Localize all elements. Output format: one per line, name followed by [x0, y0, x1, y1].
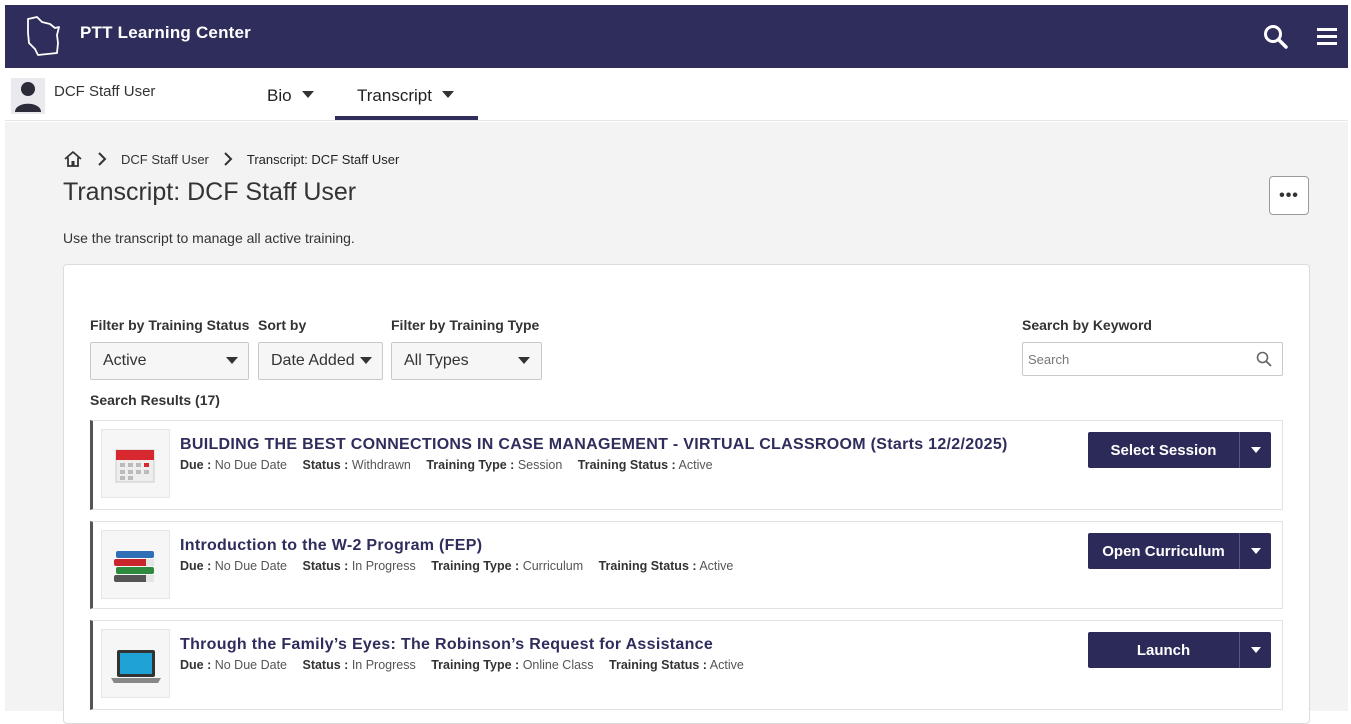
training-status-value: Active [709, 658, 744, 672]
action-button-group: Launch [1088, 632, 1271, 668]
main-content: DCF Staff User Transcript: DCF Staff Use… [5, 122, 1348, 724]
app-header: PTT Learning Center [5, 5, 1348, 68]
due-value: No Due Date [214, 559, 287, 573]
calendar-icon [115, 449, 155, 483]
chevron-right-icon [98, 152, 107, 166]
status-label: Status : [302, 658, 349, 672]
due-label: Due : [180, 559, 212, 573]
type-value: Online Class [522, 658, 594, 672]
action-dropdown-button[interactable] [1239, 432, 1271, 468]
status-value: In Progress [351, 559, 416, 573]
due-label: Due : [180, 658, 212, 672]
status-label: Status : [302, 559, 349, 573]
breadcrumb-current: Transcript: DCF Staff User [246, 151, 400, 167]
open-curriculum-button[interactable]: Open Curriculum [1088, 533, 1239, 569]
action-dropdown-button[interactable] [1239, 632, 1271, 668]
type-value: Curriculum [522, 559, 584, 573]
due-value: No Due Date [214, 458, 287, 472]
due-value: No Due Date [214, 658, 287, 672]
tab-transcript[interactable]: Transcript [357, 86, 454, 106]
chevron-down-icon [1250, 647, 1261, 653]
training-thumbnail [101, 629, 170, 698]
active-tab-indicator [335, 116, 478, 120]
training-status-label: Training Status : [577, 458, 676, 472]
chevron-down-icon [226, 357, 238, 364]
training-card: BUILDING THE BEST CONNECTIONS IN CASE MA… [90, 420, 1283, 510]
training-status-value: Active [678, 458, 713, 472]
status-filter-select[interactable]: Active [90, 342, 249, 380]
due-label: Due : [180, 458, 212, 472]
training-card: Through the Family’s Eyes: The Robinson’… [90, 620, 1283, 710]
training-thumbnail [101, 530, 170, 599]
search-results-count: Search Results (17) [90, 392, 220, 408]
tab-transcript-label: Transcript [357, 86, 432, 105]
breadcrumb-user-link[interactable]: DCF Staff User [121, 152, 209, 167]
type-filter-label: Filter by Training Type [391, 317, 540, 333]
wisconsin-logo-icon[interactable] [22, 13, 64, 59]
type-filter-select[interactable]: All Types [391, 342, 542, 380]
keyword-search-field[interactable] [1022, 342, 1283, 376]
type-label: Training Type : [431, 658, 520, 672]
avatar-icon [11, 78, 45, 114]
keyword-search-input[interactable] [1028, 344, 1248, 374]
status-filter-value: Active [103, 352, 147, 369]
app-title[interactable]: PTT Learning Center [80, 23, 251, 43]
training-title-link[interactable]: Introduction to the W-2 Program (FEP) [180, 537, 482, 555]
chevron-down-icon [301, 91, 314, 98]
sort-label: Sort by [258, 317, 307, 333]
training-meta: Due : No Due Date Status : In Progress T… [180, 559, 733, 573]
chevron-down-icon [518, 357, 530, 364]
training-title-link[interactable]: Through the Family’s Eyes: The Robinson’… [180, 636, 713, 654]
keyword-search-label: Search by Keyword [1022, 317, 1152, 333]
chevron-right-icon [224, 152, 233, 166]
search-icon[interactable] [1256, 351, 1272, 367]
type-value: Session [517, 458, 563, 472]
transcript-panel: Filter by Training Status Sort by Filter… [63, 264, 1310, 724]
tab-bio[interactable]: Bio [267, 86, 314, 106]
laptop-icon [111, 650, 161, 683]
type-label: Training Type : [431, 559, 520, 573]
tab-bio-label: Bio [267, 86, 292, 105]
training-card: Introduction to the W-2 Program (FEP) Du… [90, 521, 1283, 609]
type-filter-value: All Types [404, 352, 469, 369]
user-name: DCF Staff User [54, 83, 156, 100]
sort-select[interactable]: Date Added [258, 342, 383, 380]
training-status-label: Training Status : [609, 658, 707, 672]
type-label: Training Type : [426, 458, 515, 472]
action-button-group: Open Curriculum [1088, 533, 1271, 569]
training-meta: Due : No Due Date Status : Withdrawn Tra… [180, 458, 713, 472]
profile-nav: DCF Staff User Bio Transcript [5, 68, 1348, 121]
launch-button[interactable]: Launch [1088, 632, 1239, 668]
status-value: In Progress [351, 658, 416, 672]
page-title: Transcript: DCF Staff User [63, 178, 357, 206]
books-icon [114, 551, 154, 582]
chevron-down-icon [360, 357, 372, 364]
status-filter-label: Filter by Training Status [90, 317, 250, 333]
chevron-down-icon [1250, 548, 1261, 554]
page-description: Use the transcript to manage all active … [63, 230, 355, 246]
breadcrumb: DCF Staff User Transcript: DCF Staff Use… [63, 147, 399, 171]
search-icon[interactable] [1262, 23, 1290, 51]
status-label: Status : [302, 458, 349, 472]
action-button-group: Select Session [1088, 432, 1271, 468]
chevron-down-icon [441, 91, 454, 98]
training-meta: Due : No Due Date Status : In Progress T… [180, 658, 744, 672]
action-dropdown-button[interactable] [1239, 533, 1271, 569]
chevron-down-icon [1250, 447, 1261, 453]
training-status-value: Active [699, 559, 734, 573]
training-thumbnail [101, 429, 170, 498]
status-value: Withdrawn [351, 458, 411, 472]
sort-value: Date Added [271, 352, 355, 369]
more-options-button[interactable]: ••• [1269, 176, 1309, 215]
select-session-button[interactable]: Select Session [1088, 432, 1239, 468]
training-status-label: Training Status : [598, 559, 697, 573]
home-icon[interactable] [63, 149, 83, 169]
training-title-link[interactable]: BUILDING THE BEST CONNECTIONS IN CASE MA… [180, 436, 1008, 454]
hamburger-menu-icon[interactable] [1315, 25, 1339, 47]
